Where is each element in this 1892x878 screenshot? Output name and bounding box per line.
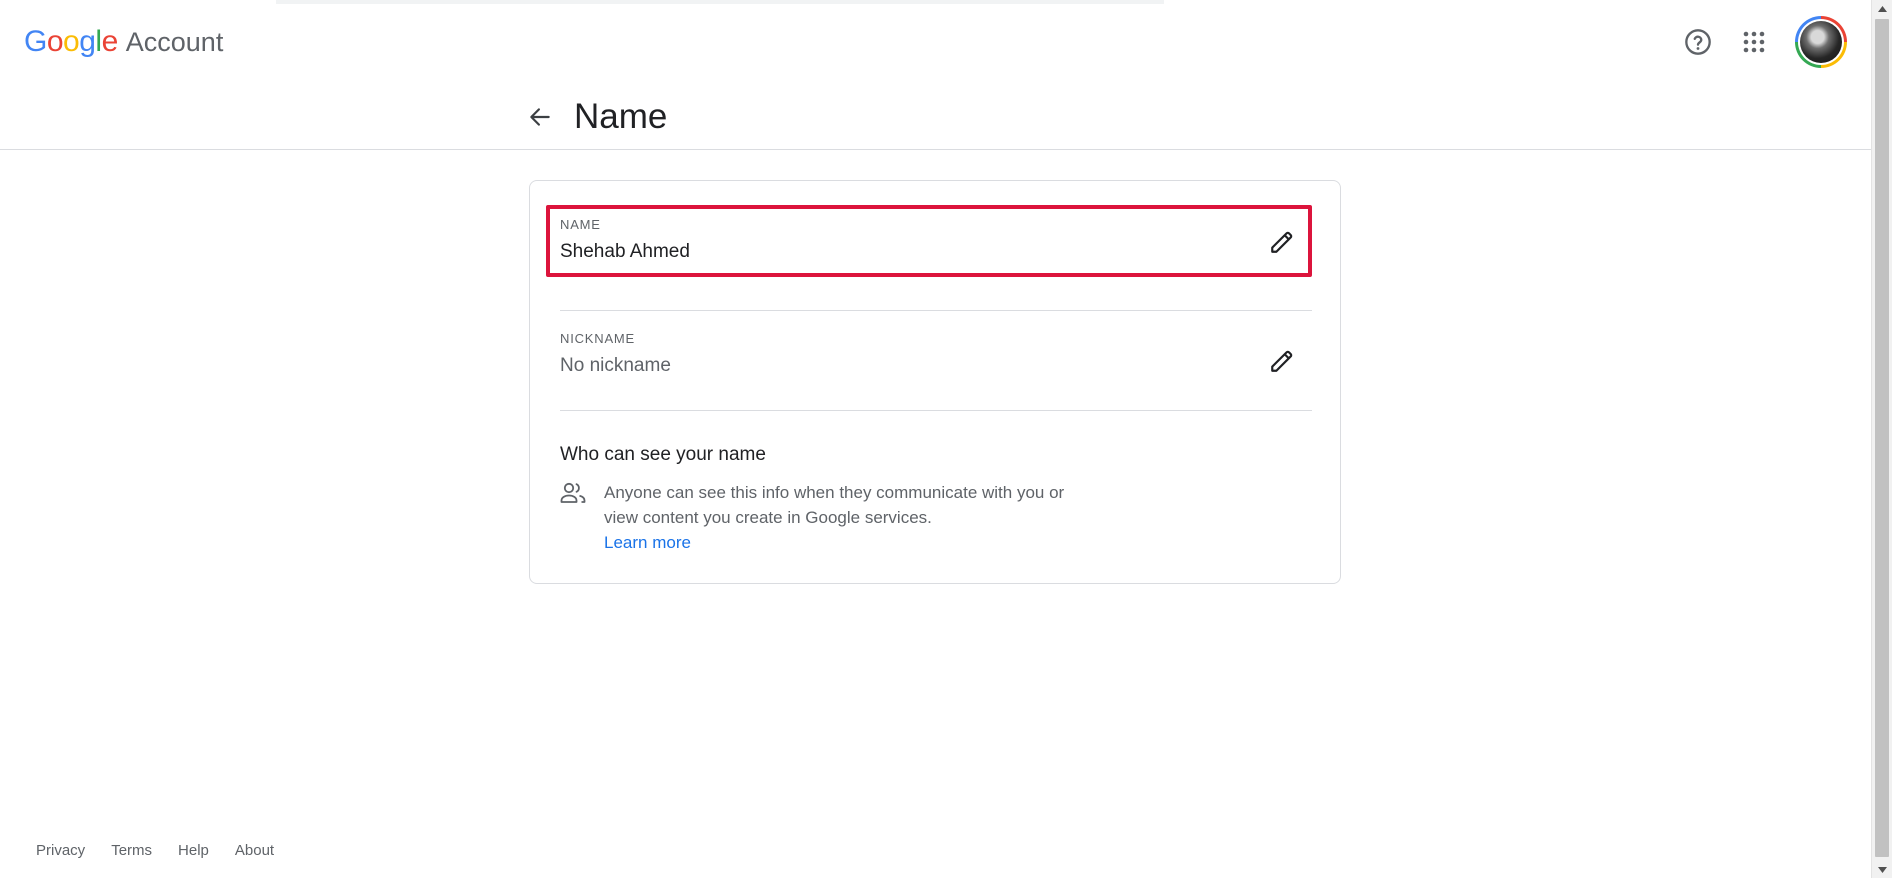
nickname-label: NICKNAME xyxy=(560,331,636,346)
page-subheader: Name xyxy=(0,84,1871,150)
page-footer: Privacy Terms Help About xyxy=(36,842,274,859)
nickname-row[interactable]: NICKNAME No nickname xyxy=(560,331,1312,401)
pencil-icon xyxy=(1271,231,1293,253)
name-settings-card: NAME Shehab Ahmed NICKNAME No nickname W… xyxy=(529,180,1341,584)
vertical-scrollbar[interactable] xyxy=(1871,0,1892,878)
scroll-down-arrow-icon[interactable] xyxy=(1872,861,1892,878)
logo-letter: o xyxy=(63,25,80,58)
footer-privacy-link[interactable]: Privacy xyxy=(36,842,85,859)
logo-letter: e xyxy=(101,25,119,58)
google-account-logo[interactable]: Google Account xyxy=(24,22,223,62)
page-title: Name xyxy=(574,97,668,136)
edit-nickname-button[interactable] xyxy=(1262,341,1302,381)
footer-help-link[interactable]: Help xyxy=(178,842,209,859)
avatar xyxy=(1800,21,1842,63)
name-label: NAME xyxy=(560,217,601,232)
arrow-back-icon xyxy=(530,108,550,126)
name-value: Shehab Ahmed xyxy=(560,241,690,262)
divider xyxy=(560,310,1312,311)
logo-letter: g xyxy=(79,25,96,58)
google-logo: Google xyxy=(24,22,118,62)
google-account-name-page: Google Account Name NAME Shehab Ahmed NI… xyxy=(0,0,1892,878)
learn-more-link[interactable]: Learn more xyxy=(604,530,691,555)
back-button[interactable] xyxy=(520,97,560,137)
help-circle-icon xyxy=(1685,29,1711,55)
name-row[interactable]: NAME Shehab Ahmed xyxy=(546,205,1312,295)
visibility-description: Anyone can see this info when they commu… xyxy=(604,483,1065,527)
divider xyxy=(560,410,1312,411)
apps-grid-icon xyxy=(1743,31,1765,53)
help-button[interactable] xyxy=(1677,21,1719,63)
logo-letter: o xyxy=(46,25,64,58)
edit-name-button[interactable] xyxy=(1262,222,1302,262)
product-name: Account xyxy=(125,27,224,57)
scrollbar-thumb[interactable] xyxy=(1875,19,1889,857)
pencil-icon xyxy=(1271,350,1293,372)
footer-terms-link[interactable]: Terms xyxy=(111,842,152,859)
header-actions xyxy=(1677,14,1847,70)
nickname-value: No nickname xyxy=(560,355,671,376)
scroll-up-arrow-icon[interactable] xyxy=(1872,0,1892,17)
app-header: Google Account xyxy=(0,0,1871,84)
visibility-title: Who can see your name xyxy=(560,444,766,465)
account-avatar-button[interactable] xyxy=(1795,16,1847,68)
avatar-ring-inner xyxy=(1798,19,1844,65)
apps-button[interactable] xyxy=(1733,21,1775,63)
footer-about-link[interactable]: About xyxy=(235,842,274,859)
logo-letter: G xyxy=(24,25,47,58)
people-icon xyxy=(560,482,586,503)
